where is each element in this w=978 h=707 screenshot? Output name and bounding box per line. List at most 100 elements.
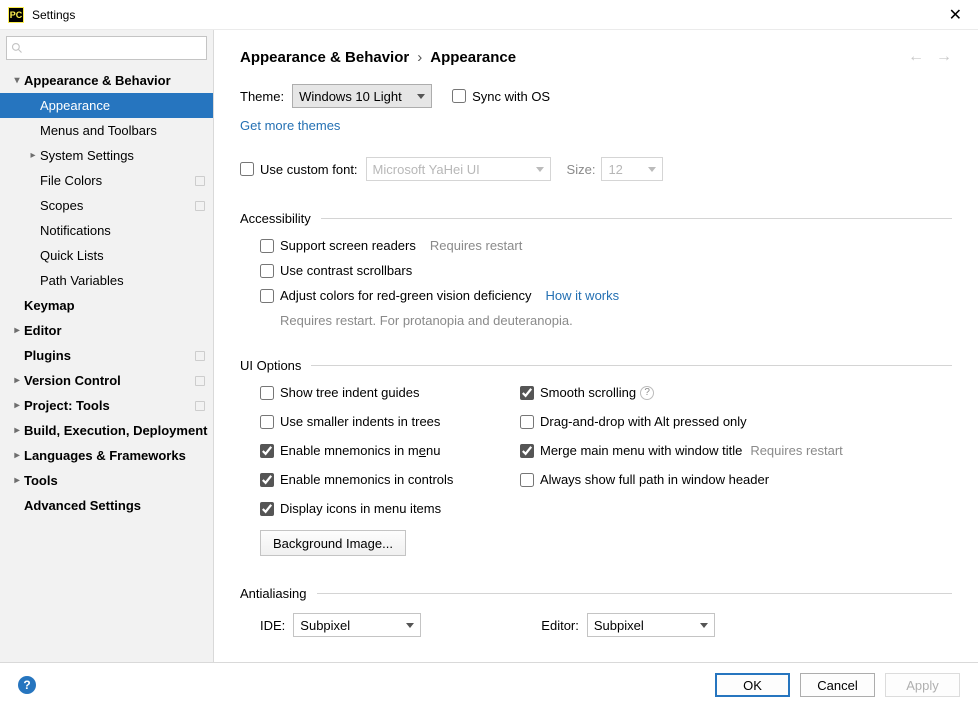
smaller-indents-checkbox[interactable]: Use smaller indents in trees [260, 414, 440, 429]
sidebar-item-label: Appearance & Behavior [24, 73, 213, 88]
sidebar-item-label: Appearance [40, 98, 213, 113]
aa-ide-label: IDE: [260, 618, 285, 633]
sidebar-item[interactable]: Quick Lists [0, 243, 213, 268]
mnemonics-controls-checkbox[interactable]: Enable mnemonics in controls [260, 472, 453, 487]
sidebar-item-label: Editor [24, 323, 213, 338]
ok-button[interactable]: OK [715, 673, 790, 697]
aa-ide-select[interactable]: Subpixel [293, 613, 421, 637]
sidebar-item-label: Quick Lists [40, 248, 213, 263]
sidebar-item[interactable]: ▸Project: Tools [0, 393, 213, 418]
close-icon[interactable]: ✕ [941, 1, 970, 29]
sidebar-item-label: Keymap [24, 298, 213, 313]
sidebar-item[interactable]: ▸System Settings [0, 143, 213, 168]
antialiasing-heading: Antialiasing [240, 586, 307, 601]
breadcrumb-root: Appearance & Behavior [240, 49, 409, 66]
chevron-icon: ▸ [10, 475, 24, 486]
sidebar-item-label: System Settings [40, 148, 213, 163]
sidebar-item[interactable]: Advanced Settings [0, 493, 213, 518]
smooth-scroll-checkbox[interactable]: Smooth scrolling [520, 385, 636, 400]
sidebar-item-label: Plugins [24, 348, 195, 363]
how-it-works-link[interactable]: How it works [545, 288, 619, 303]
background-image-button[interactable]: Background Image... [260, 530, 406, 556]
sidebar-item-label: Path Variables [40, 273, 213, 288]
cancel-button[interactable]: Cancel [800, 673, 875, 697]
font-size-select: 12 [601, 157, 663, 181]
theme-label: Theme: [240, 89, 284, 104]
colorblind-checkbox[interactable]: Adjust colors for red-green vision defic… [260, 288, 531, 303]
sidebar-item-label: Build, Execution, Deployment [24, 423, 213, 438]
sidebar-item-label: Languages & Frameworks [24, 448, 213, 463]
chevron-right-icon: › [417, 49, 422, 66]
window-title: Settings [32, 8, 75, 22]
display-icons-checkbox[interactable]: Display icons in menu items [260, 501, 441, 516]
sidebar-item[interactable]: ▾Appearance & Behavior [0, 68, 213, 93]
get-more-themes-link[interactable]: Get more themes [240, 118, 340, 133]
theme-select[interactable]: Windows 10 Light [292, 84, 432, 108]
main-panel: Appearance & Behavior › Appearance ← → T… [214, 30, 978, 662]
chevron-icon: ▸ [10, 450, 24, 461]
nav-back-icon[interactable]: ← [908, 48, 924, 66]
search-field[interactable] [27, 41, 202, 55]
sidebar-item[interactable]: ▸Build, Execution, Deployment [0, 418, 213, 443]
apply-button[interactable]: Apply [885, 673, 960, 697]
sidebar-item-label: Project: Tools [24, 398, 195, 413]
titlebar: PC Settings ✕ [0, 0, 978, 30]
project-badge-icon [195, 176, 205, 186]
search-icon [11, 42, 23, 54]
font-size-label: Size: [567, 162, 596, 177]
footer: ? OK Cancel Apply [0, 662, 978, 707]
search-input[interactable] [6, 36, 207, 60]
chevron-icon: ▸ [10, 400, 24, 411]
full-path-checkbox[interactable]: Always show full path in window header [520, 472, 769, 487]
sidebar-item[interactable]: Menus and Toolbars [0, 118, 213, 143]
tree-guides-checkbox[interactable]: Show tree indent guides [260, 385, 419, 400]
help-icon[interactable]: ? [640, 386, 654, 400]
sync-os-checkbox[interactable]: Sync with OS [452, 89, 550, 104]
sidebar-item-label: Tools [24, 473, 213, 488]
breadcrumb-leaf: Appearance [430, 49, 516, 66]
sidebar-item-label: File Colors [40, 173, 195, 188]
aa-editor-label: Editor: [541, 618, 579, 633]
sidebar-tree: ▾Appearance & Behavior Appearance Menus an… [0, 66, 213, 662]
mnemonics-menu-checkbox[interactable]: Enable mnemonics in menu [260, 443, 440, 458]
sidebar-item-label: Version Control [24, 373, 195, 388]
sidebar-item-label: Notifications [40, 223, 213, 238]
chevron-icon: ▸ [10, 425, 24, 436]
sidebar-item[interactable]: ▸Version Control [0, 368, 213, 393]
sidebar-item[interactable]: File Colors [0, 168, 213, 193]
chevron-icon: ▸ [10, 375, 24, 386]
accessibility-heading: Accessibility [240, 211, 311, 226]
sidebar-item[interactable]: Plugins [0, 343, 213, 368]
dnd-alt-checkbox[interactable]: Drag-and-drop with Alt pressed only [520, 414, 747, 429]
project-badge-icon [195, 401, 205, 411]
use-custom-font-checkbox[interactable]: Use custom font: [240, 162, 358, 177]
chevron-icon: ▸ [10, 325, 24, 336]
chevron-icon: ▸ [26, 150, 40, 161]
sidebar-item-label: Advanced Settings [24, 498, 213, 513]
contrast-scrollbars-checkbox[interactable]: Use contrast scrollbars [260, 263, 412, 278]
project-badge-icon [195, 376, 205, 386]
sidebar-item[interactable]: Keymap [0, 293, 213, 318]
sidebar-item-label: Scopes [40, 198, 195, 213]
sidebar: ▾Appearance & Behavior Appearance Menus an… [0, 30, 214, 662]
sidebar-item[interactable]: ▸Languages & Frameworks [0, 443, 213, 468]
sidebar-item[interactable]: ▸Tools [0, 468, 213, 493]
sidebar-item[interactable]: Path Variables [0, 268, 213, 293]
sidebar-item[interactable]: ▸Editor [0, 318, 213, 343]
project-badge-icon [195, 351, 205, 361]
project-badge-icon [195, 201, 205, 211]
nav-forward-icon[interactable]: → [936, 48, 952, 66]
screen-readers-checkbox[interactable]: Support screen readers [260, 238, 416, 253]
sidebar-item[interactable]: Notifications [0, 218, 213, 243]
sidebar-item-label: Menus and Toolbars [40, 123, 213, 138]
merge-menu-checkbox[interactable]: Merge main menu with window title [520, 443, 742, 458]
chevron-icon: ▾ [10, 75, 24, 86]
aa-editor-select[interactable]: Subpixel [587, 613, 715, 637]
sidebar-item[interactable]: Appearance [0, 93, 213, 118]
app-icon: PC [8, 7, 24, 23]
ui-options-heading: UI Options [240, 358, 301, 373]
sidebar-item[interactable]: Scopes [0, 193, 213, 218]
font-family-select: Microsoft YaHei UI [366, 157, 551, 181]
help-button[interactable]: ? [18, 676, 36, 694]
breadcrumb: Appearance & Behavior › Appearance ← → [240, 48, 952, 66]
